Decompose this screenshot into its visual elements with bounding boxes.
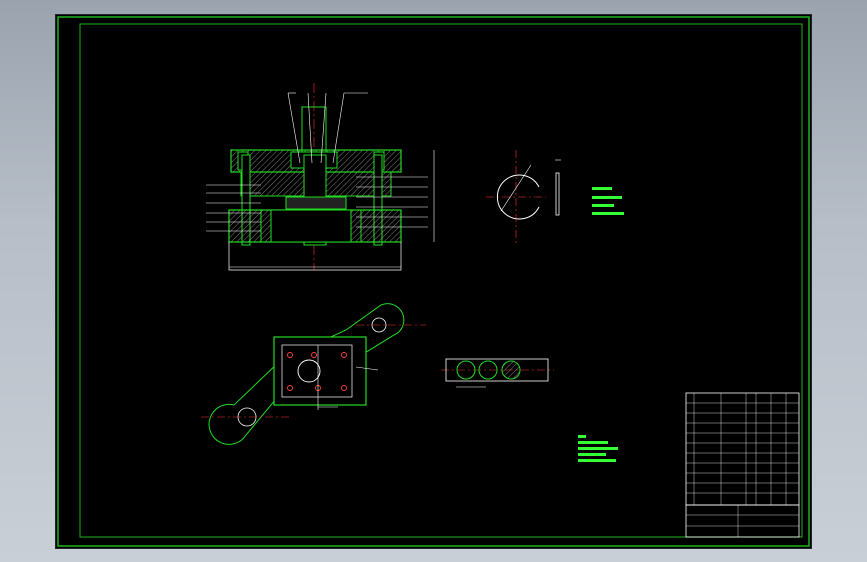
- punch-side-strip: [555, 172, 560, 216]
- lower-base-outline: [228, 242, 402, 271]
- punch-detail-notes: [592, 187, 624, 215]
- title-block[interactable]: [685, 392, 800, 538]
- die-opening: [270, 209, 352, 243]
- bom-column-lines: [693, 393, 787, 505]
- sheet-inner-border: [79, 23, 803, 538]
- punch-detail-view[interactable]: [486, 150, 624, 245]
- strip-blank-3: [501, 360, 521, 380]
- title-block-frame: [685, 504, 800, 538]
- section-view-assembly[interactable]: [206, 83, 435, 271]
- bom-row-lines: [686, 402, 799, 494]
- bom-table: [685, 392, 800, 506]
- die-insert: [285, 196, 347, 210]
- cad-viewport[interactable]: [55, 14, 812, 549]
- sheet-outer-border: [57, 16, 810, 547]
- plan-view-carrier[interactable]: [201, 303, 426, 445]
- strip-layout-view[interactable]: [441, 358, 554, 388]
- cad-drawing-canvas: [57, 16, 810, 547]
- technical-notes: [578, 435, 618, 462]
